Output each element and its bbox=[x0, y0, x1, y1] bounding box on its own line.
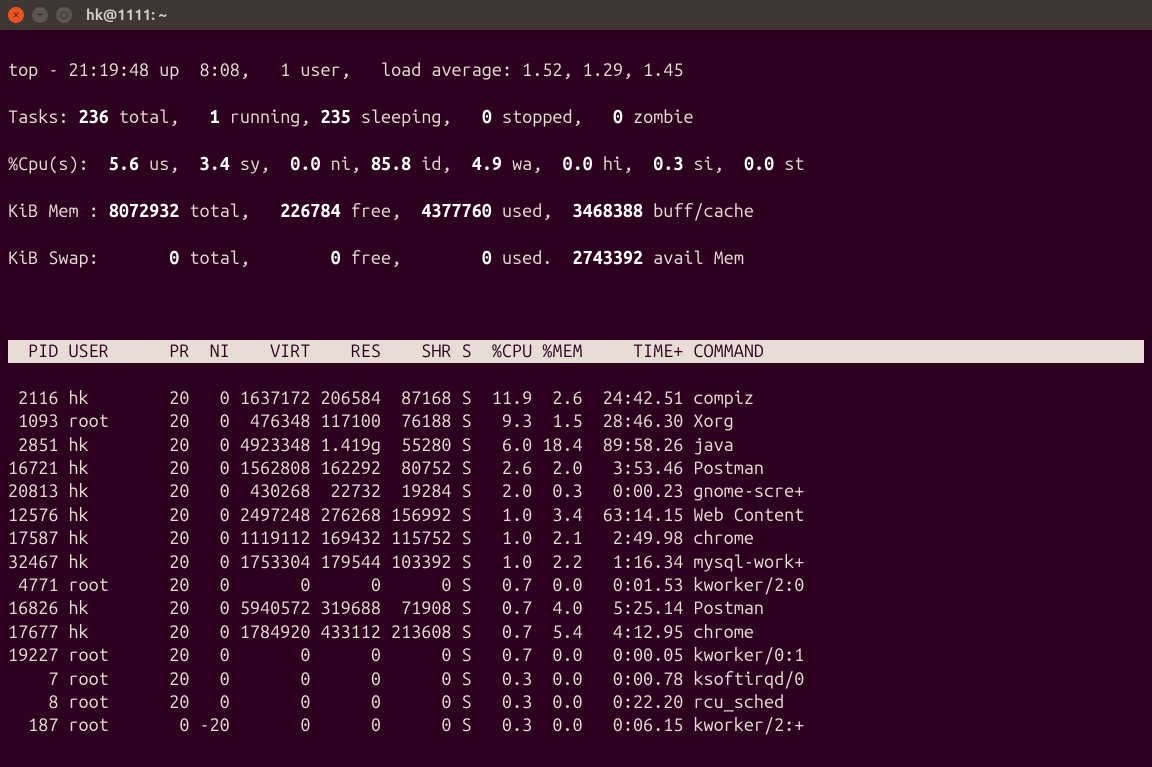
table-row: 19227 root 20 0 0 0 0 S 0.7 0.0 0:00.05 … bbox=[8, 644, 1144, 667]
process-header: PID USER PR NI VIRT RES SHR S %CPU %MEM … bbox=[8, 340, 1144, 363]
summary-swap: KiB Swap: 0 total, 0 free, 0 used. 27433… bbox=[8, 247, 1144, 270]
table-row: 8 root 20 0 0 0 0 S 0.3 0.0 0:22.20 rcu_… bbox=[8, 691, 1144, 714]
summary-top: top - 21:19:48 up 8:08, 1 user, load ave… bbox=[8, 59, 1144, 82]
summary-tasks: Tasks: 236 total, 1 running, 235 sleepin… bbox=[8, 106, 1144, 129]
table-row: 17677 hk 20 0 1784920 433112 213608 S 0.… bbox=[8, 621, 1144, 644]
summary-mem: KiB Mem : 8072932 total, 226784 free, 43… bbox=[8, 200, 1144, 223]
table-row: 187 root 0 -20 0 0 0 S 0.3 0.0 0:06.15 k… bbox=[8, 714, 1144, 737]
table-row: 7 root 20 0 0 0 0 S 0.3 0.0 0:00.78 ksof… bbox=[8, 668, 1144, 691]
titlebar: ✕ – ▢ hk@1111: ~ bbox=[0, 0, 1152, 30]
blank-line bbox=[8, 293, 1144, 316]
table-row: 12576 hk 20 0 2497248 276268 156992 S 1.… bbox=[8, 504, 1144, 527]
table-row: 4771 root 20 0 0 0 0 S 0.7 0.0 0:01.53 k… bbox=[8, 574, 1144, 597]
table-row: 2851 hk 20 0 4923348 1.419g 55280 S 6.0 … bbox=[8, 434, 1144, 457]
table-row: 17587 hk 20 0 1119112 169432 115752 S 1.… bbox=[8, 527, 1144, 550]
window-controls: ✕ – ▢ bbox=[8, 7, 72, 23]
summary-cpu: %Cpu(s): 5.6 us, 3.4 sy, 0.0 ni, 85.8 id… bbox=[8, 153, 1144, 176]
table-row: 32467 hk 20 0 1753304 179544 103392 S 1.… bbox=[8, 551, 1144, 574]
table-row: 16826 hk 20 0 5940572 319688 71908 S 0.7… bbox=[8, 597, 1144, 620]
minimize-icon[interactable]: – bbox=[32, 7, 48, 23]
close-icon[interactable]: ✕ bbox=[8, 7, 24, 23]
table-row: 1093 root 20 0 476348 117100 76188 S 9.3… bbox=[8, 410, 1144, 433]
terminal-output[interactable]: top - 21:19:48 up 8:08, 1 user, load ave… bbox=[0, 30, 1152, 767]
table-row: 20813 hk 20 0 430268 22732 19284 S 2.0 0… bbox=[8, 480, 1144, 503]
table-row: 2116 hk 20 0 1637172 206584 87168 S 11.9… bbox=[8, 387, 1144, 410]
window-title: hk@1111: ~ bbox=[86, 5, 167, 25]
maximize-icon[interactable]: ▢ bbox=[56, 7, 72, 23]
process-list: 2116 hk 20 0 1637172 206584 87168 S 11.9… bbox=[8, 387, 1144, 738]
table-row: 16721 hk 20 0 1562808 162292 80752 S 2.6… bbox=[8, 457, 1144, 480]
